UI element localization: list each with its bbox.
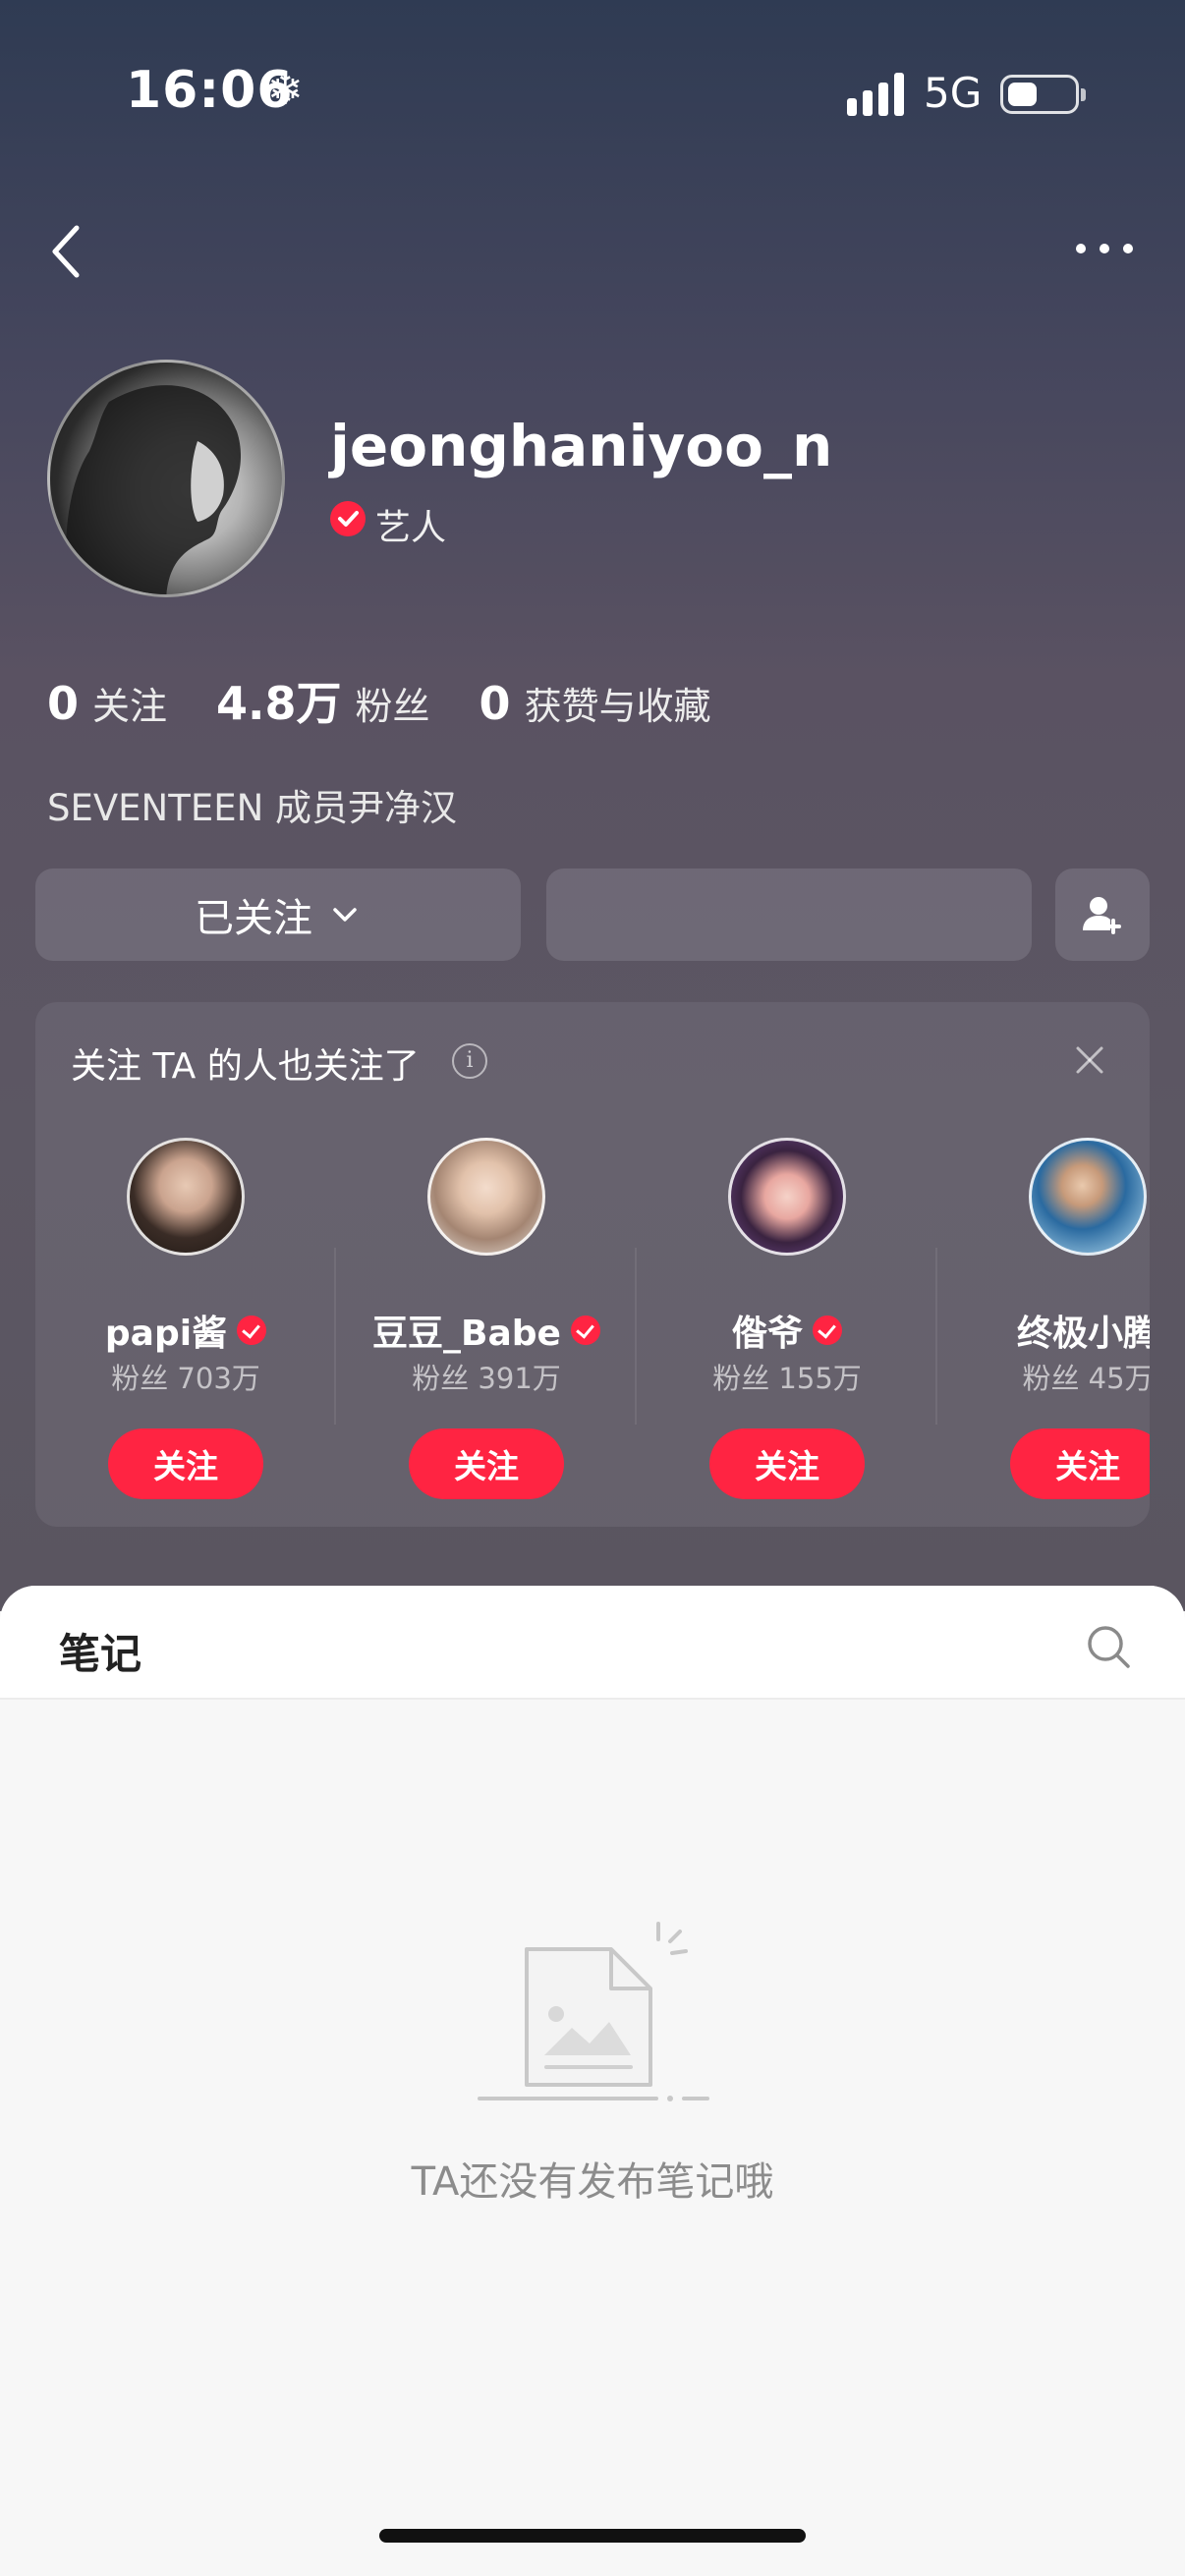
recommended-user-name-row: 偺爷 bbox=[637, 1305, 937, 1356]
follow-button[interactable]: 关注 bbox=[709, 1428, 865, 1499]
more-icon[interactable] bbox=[1073, 234, 1136, 263]
followed-button-label: 已关注 bbox=[195, 896, 312, 941]
avatar-silhouette bbox=[66, 385, 242, 594]
following-count[interactable]: 0 bbox=[47, 677, 79, 730]
profile-header-background: 16:06 ❄ 5G jeonghaniyoo_n 艺人 0 关注 4.8万 粉… bbox=[0, 0, 1185, 1611]
network-label: 5G bbox=[924, 69, 983, 117]
info-icon[interactable]: i bbox=[452, 1043, 487, 1079]
home-indicator[interactable] bbox=[379, 2529, 806, 2543]
profile-stats: 0 关注 4.8万 粉丝 0 获赞与收藏 bbox=[47, 668, 761, 733]
recommended-title: 关注 TA 的人也关注了 bbox=[71, 1046, 420, 1087]
notes-header: 笔记 bbox=[0, 1586, 1185, 1700]
search-icon[interactable] bbox=[1085, 1623, 1132, 1670]
recommended-user[interactable]: 终极小腾 粉丝 45万 关注 bbox=[937, 1138, 1150, 1499]
recommended-user-avatar[interactable] bbox=[127, 1138, 245, 1256]
snowflake-icon: ❄ bbox=[267, 65, 304, 115]
recommended-user-fans: 粉丝 703万 bbox=[111, 1362, 260, 1395]
battery-level bbox=[1008, 83, 1037, 106]
signal-icon bbox=[847, 71, 908, 116]
close-icon[interactable] bbox=[1073, 1043, 1106, 1077]
recommended-user[interactable]: 偺爷 粉丝 155万 关注 bbox=[637, 1138, 937, 1499]
verified-badge-icon bbox=[330, 501, 366, 536]
tab-notes[interactable]: 笔记 bbox=[59, 1621, 141, 1681]
follow-button[interactable]: 关注 bbox=[1010, 1428, 1150, 1499]
empty-notes-text: TA还没有发布笔记哦 bbox=[411, 2159, 774, 2205]
recommended-user-name-row: 豆豆_Babe bbox=[336, 1305, 637, 1356]
recommended-user-name: papi酱 bbox=[104, 1314, 228, 1354]
likes-count[interactable]: 0 bbox=[480, 677, 511, 730]
recommended-user-name: 终极小腾 bbox=[1016, 1314, 1150, 1354]
verified-badge-icon bbox=[237, 1316, 267, 1345]
recommended-user-name: 豆豆_Babe bbox=[372, 1314, 561, 1354]
battery-icon bbox=[1000, 75, 1086, 114]
notes-panel: 笔记 TA还没有发布笔记哦 bbox=[0, 1586, 1185, 2576]
verified-badge-icon bbox=[813, 1316, 842, 1345]
recommended-user[interactable]: papi酱 粉丝 703万 关注 bbox=[35, 1138, 336, 1499]
recommended-user-fans: 粉丝 45万 bbox=[1022, 1362, 1150, 1395]
recommended-user-avatar[interactable] bbox=[728, 1138, 846, 1256]
following-label[interactable]: 关注 bbox=[92, 676, 167, 730]
empty-notes-icon bbox=[478, 1922, 709, 2101]
followers-count[interactable]: 4.8万 bbox=[216, 668, 342, 733]
profile-bio: SEVENTEEN 成员尹净汉 bbox=[47, 787, 458, 829]
verified-label: 艺人 bbox=[375, 508, 447, 548]
recommended-user-avatar[interactable] bbox=[427, 1138, 545, 1256]
verified-badge-icon bbox=[570, 1316, 600, 1345]
follow-button[interactable]: 关注 bbox=[409, 1428, 564, 1499]
back-icon[interactable] bbox=[47, 222, 86, 281]
add-user-icon bbox=[1083, 897, 1121, 934]
recommended-users-card: 关注 TA 的人也关注了 i papi酱 粉丝 703万 关注 豆豆_Babe … bbox=[35, 1002, 1150, 1527]
recommended-user-fans: 粉丝 391万 bbox=[412, 1362, 561, 1395]
recommended-user[interactable]: 豆豆_Babe 粉丝 391万 关注 bbox=[336, 1138, 637, 1499]
chevron-down-icon bbox=[333, 908, 357, 922]
recommended-user-avatar[interactable] bbox=[1029, 1138, 1147, 1256]
followers-label[interactable]: 粉丝 bbox=[356, 676, 430, 730]
recommended-user-name-row: 终极小腾 bbox=[937, 1305, 1150, 1356]
username: jeonghaniyoo_n bbox=[330, 413, 833, 479]
recommended-user-name: 偺爷 bbox=[731, 1314, 803, 1354]
recommended-user-name-row: papi酱 bbox=[35, 1305, 336, 1356]
profile-avatar[interactable] bbox=[47, 360, 285, 597]
followed-button[interactable]: 已关注 bbox=[35, 868, 521, 961]
message-button[interactable] bbox=[546, 868, 1032, 961]
add-user-button[interactable] bbox=[1055, 868, 1150, 961]
likes-label[interactable]: 获赞与收藏 bbox=[525, 676, 711, 730]
recommended-user-fans: 粉丝 155万 bbox=[712, 1362, 862, 1395]
follow-button[interactable]: 关注 bbox=[108, 1428, 263, 1499]
